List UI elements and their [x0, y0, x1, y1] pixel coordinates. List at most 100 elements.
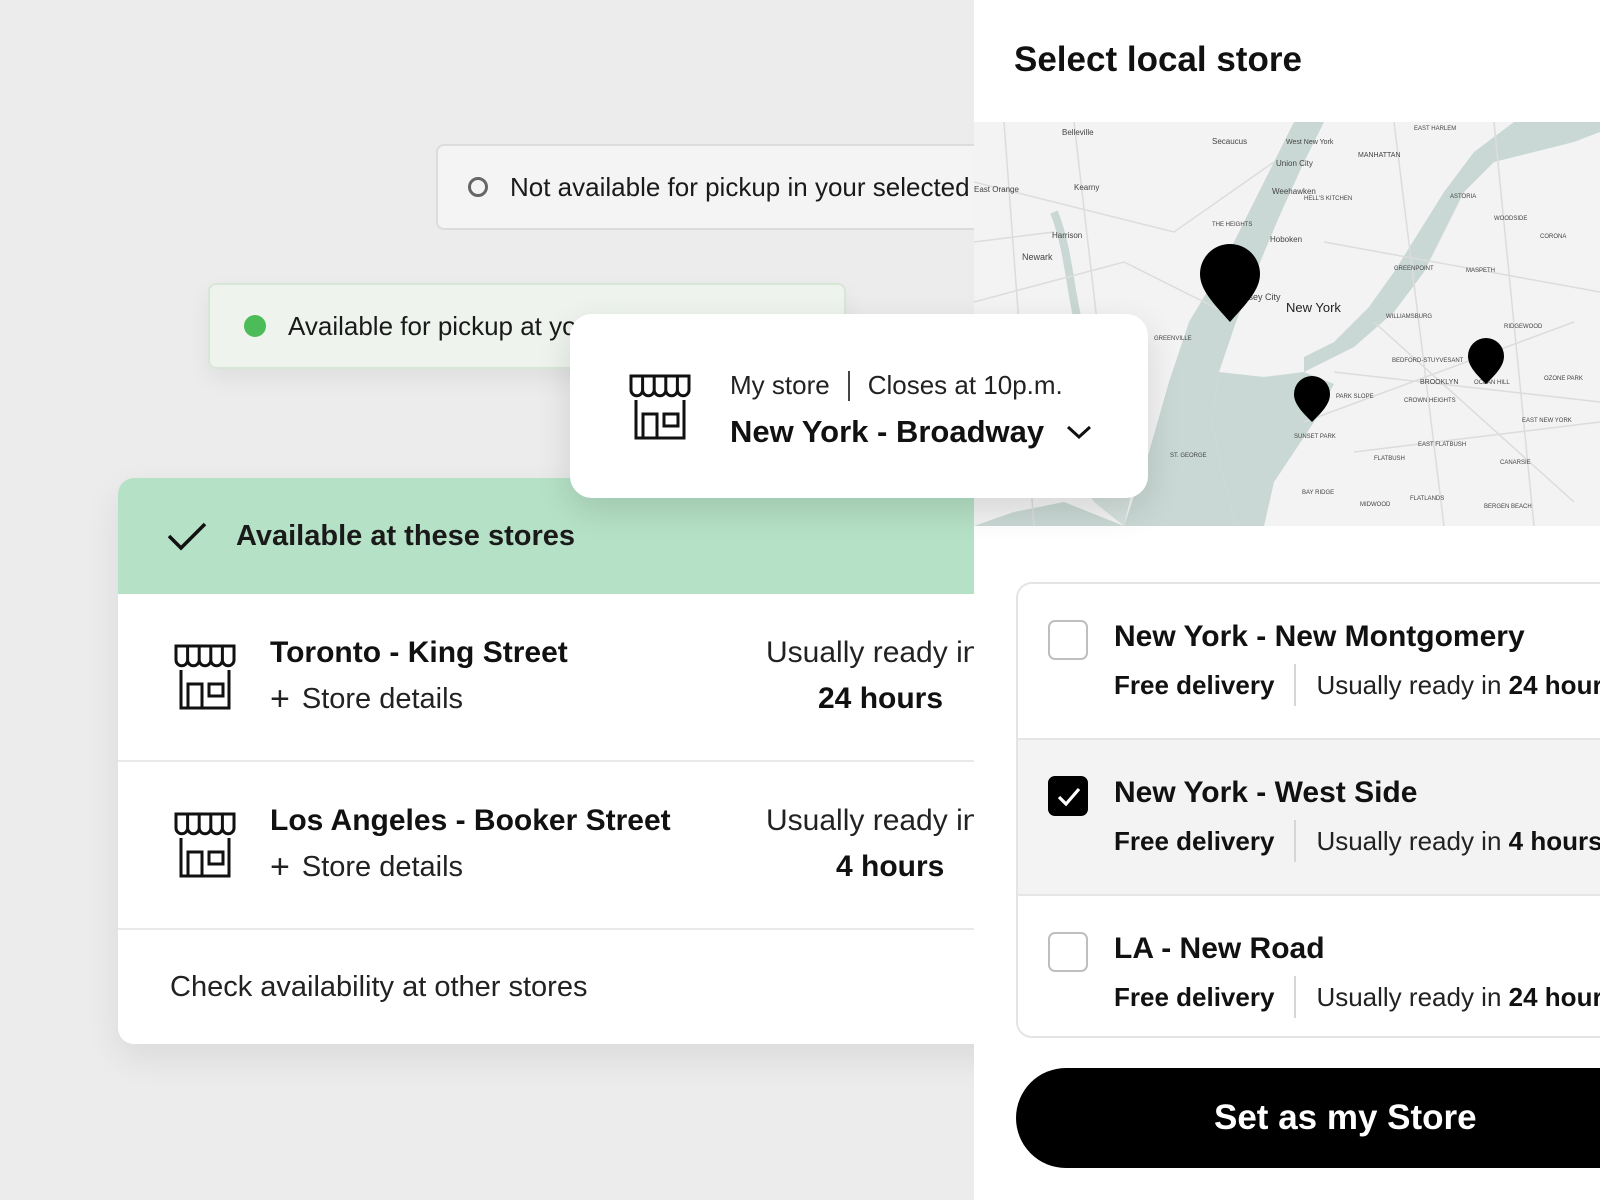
panel-title: Select local store [1014, 40, 1302, 79]
store-option-name: LA - New Road [1114, 932, 1325, 965]
store-option-meta: Free delivery Usually ready in 4 hours [1114, 820, 1600, 862]
map-label: Hoboken [1270, 235, 1302, 244]
map-label: Kearny [1074, 183, 1099, 192]
map-label: CORONA [1540, 234, 1566, 240]
map-label: PARK SLOPE [1336, 394, 1374, 400]
map-label: BERGEN BEACH [1484, 504, 1532, 510]
map-label: GREENVILLE [1154, 336, 1192, 342]
map-label: HELL'S KITCHEN [1304, 196, 1352, 202]
map-label: BEDFORD-STUYVESANT [1392, 358, 1464, 364]
not-available-text: Not available for pickup in your selecte… [510, 171, 996, 202]
closing-time: Closes at 10p.m. [867, 370, 1063, 400]
store-name: Toronto - King Street [270, 636, 568, 669]
store-details-link[interactable]: + Store details [270, 850, 463, 884]
map-label: OCEAN HILL [1474, 380, 1510, 386]
store-name: Los Angeles - Booker Street [270, 804, 671, 837]
delivery-label: Free delivery [1114, 981, 1275, 1012]
empty-circle-icon [468, 177, 488, 197]
ready-hours: 24 hours [1508, 981, 1600, 1012]
map-label: RIDGEWOOD [1504, 324, 1543, 330]
store-checkbox[interactable] [1048, 776, 1088, 816]
store-row: Los Angeles - Booker Street + Store deta… [118, 762, 1018, 930]
store-details-label: Store details [301, 682, 464, 715]
plus-icon: + [270, 848, 290, 886]
store-row: Toronto - King Street + Store details Us… [118, 594, 1018, 762]
select-store-panel: Select local store Belleville Secaucus W… [974, 0, 1600, 1200]
my-store-name: New York - Broadway [730, 414, 1045, 449]
my-store-meta: My store Closes at 10p.m. [730, 370, 1063, 401]
store-option[interactable]: New York - West Side Free delivery Usual… [1018, 740, 1600, 896]
storefront-icon [170, 810, 240, 880]
map-label: GREENPOINT [1394, 266, 1434, 272]
map-label: WILLIAMSBURG [1386, 314, 1432, 320]
store-option[interactable]: LA - New Road Free delivery Usually read… [1018, 896, 1600, 1036]
ready-info: Usually ready in 24 hours [1316, 670, 1600, 701]
ready-label: Usually ready in [766, 804, 980, 837]
map-label: THE HEIGHTS [1212, 222, 1252, 228]
store-option-meta: Free delivery Usually ready in 24 hours [1114, 664, 1600, 706]
ready-label: Usually ready in [1316, 669, 1502, 700]
ready-hours: 4 hours [1508, 825, 1600, 856]
map-label: Secaucus [1212, 137, 1247, 146]
not-available-notice: Not available for pickup in your selecte… [436, 144, 996, 230]
available-stores-title: Available at these stores [236, 519, 576, 552]
map-label: EAST FLATBUSH [1418, 442, 1466, 448]
ready-label: Usually ready in [766, 636, 980, 669]
ready-info: Usually ready in 4 hours [1316, 826, 1600, 857]
map-label: EAST NEW YORK [1522, 418, 1572, 424]
my-store-name-row[interactable]: New York - Broadway [730, 414, 1092, 450]
map-label: SUNSET PARK [1294, 434, 1336, 440]
map-label: MASPETH [1466, 268, 1495, 274]
map-label: WOODSIDE [1494, 216, 1527, 222]
store-checkbox[interactable] [1048, 620, 1088, 660]
check-other-stores-link[interactable]: Check availability at other stores [118, 930, 1018, 1044]
set-as-my-store-button[interactable]: Set as my Store [1016, 1068, 1600, 1168]
store-options-list: New York - New Montgomery Free delivery … [1016, 582, 1600, 1038]
ready-hours: 24 hours [1508, 669, 1600, 700]
store-checkbox[interactable] [1048, 932, 1088, 972]
map-label: Weehawken [1272, 187, 1316, 196]
map-label: Union City [1276, 159, 1313, 168]
ready-label: Usually ready in [1316, 825, 1502, 856]
map-label: OZONE PARK [1544, 376, 1583, 382]
ready-label: Usually ready in [1316, 981, 1502, 1012]
map-label: Belleville [1062, 128, 1094, 137]
map-label: FLATLANDS [1410, 496, 1444, 502]
ready-info: Usually ready in 24 hours [1316, 982, 1600, 1013]
map-label: MANHATTAN [1358, 152, 1401, 159]
map-label: CROWN HEIGHTS [1404, 398, 1456, 404]
map-label: ASTORIA [1450, 194, 1476, 200]
map-label: East Orange [974, 185, 1019, 194]
checkmark-icon [1057, 787, 1081, 807]
store-option-name: New York - West Side [1114, 776, 1418, 809]
delivery-label: Free delivery [1114, 669, 1275, 700]
divider [1294, 976, 1297, 1018]
plus-icon: + [270, 680, 290, 718]
available-stores-card: Available at these stores Toronto - King… [118, 478, 1018, 1044]
checkmark-icon [166, 520, 208, 552]
store-details-link[interactable]: + Store details [270, 682, 463, 716]
my-store-selector[interactable]: My store Closes at 10p.m. New York - Bro… [570, 314, 1148, 498]
storefront-icon [170, 642, 240, 712]
map-label: FLATBUSH [1374, 456, 1405, 462]
map-label: MIDWOOD [1360, 502, 1391, 508]
store-option-name: New York - New Montgomery [1114, 620, 1525, 653]
chevron-down-icon[interactable] [1066, 424, 1092, 440]
store-option[interactable]: New York - New Montgomery Free delivery … [1018, 584, 1600, 740]
map-label: West New York [1286, 139, 1334, 146]
map-label: EAST HARLEM [1414, 126, 1456, 132]
map-label: Newark [1022, 252, 1053, 262]
my-store-label: My store [730, 370, 830, 400]
store-option-meta: Free delivery Usually ready in 24 hours [1114, 976, 1600, 1018]
map-label: ST. GEORGE [1170, 453, 1207, 459]
map-label: BAY RIDGE [1302, 490, 1334, 496]
store-details-label: Store details [301, 850, 464, 883]
map-label: New York [1286, 300, 1341, 315]
map-label: BROOKLYN [1420, 379, 1458, 386]
map-label: CANARSIE [1500, 460, 1531, 466]
divider [847, 370, 850, 401]
map-label: Harrison [1052, 231, 1082, 240]
green-dot-icon [244, 315, 266, 337]
divider [1294, 664, 1297, 706]
storefront-icon [624, 372, 696, 442]
